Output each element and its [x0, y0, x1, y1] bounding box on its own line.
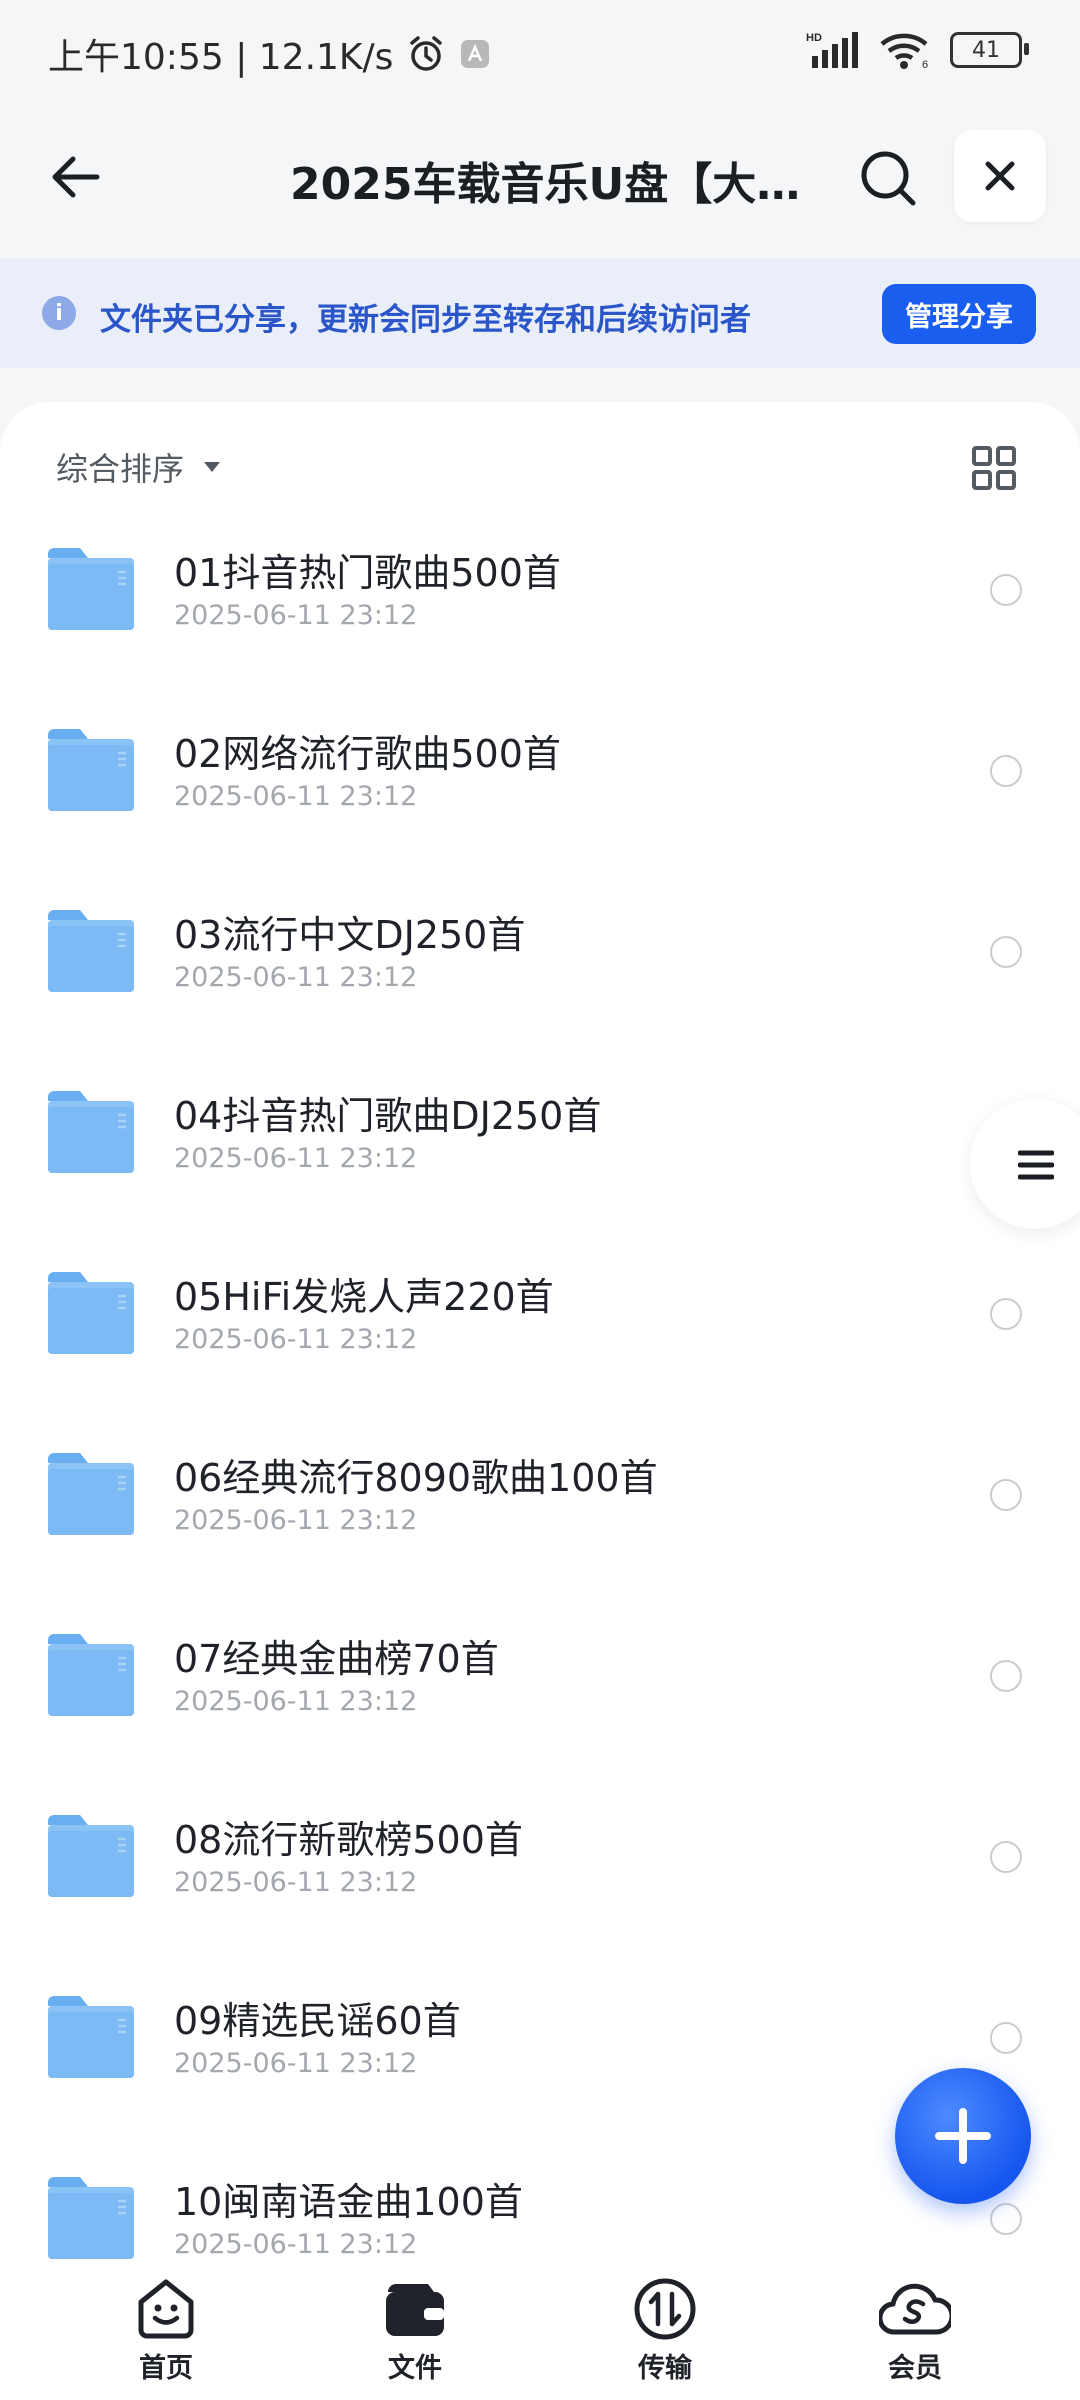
arrow-left-icon [52, 156, 100, 198]
manage-share-button[interactable]: 管理分享 [882, 284, 1036, 344]
select-checkbox[interactable] [990, 574, 1022, 606]
folder-icon [48, 910, 134, 992]
file-row[interactable]: 01抖音热门歌曲500首 2025-06-11 23:12 [0, 514, 1080, 695]
select-checkbox[interactable] [990, 1841, 1022, 1873]
file-row[interactable]: 07经典金曲榜70首 2025-06-11 23:12 [0, 1600, 1080, 1781]
file-name: 02网络流行歌曲500首 [174, 732, 561, 776]
select-checkbox[interactable] [990, 755, 1022, 787]
status-bar: 上午10:55 | 12.1K/s HD 6 41 [0, 0, 1080, 100]
folder-icon [48, 1091, 134, 1173]
status-time: 上午10:55 | 12.1K/s [48, 37, 394, 78]
file-date: 2025-06-11 23:12 [174, 2229, 418, 2260]
file-date: 2025-06-11 23:12 [174, 781, 418, 812]
file-date: 2025-06-11 23:12 [174, 600, 418, 631]
close-button[interactable] [954, 130, 1046, 222]
file-row[interactable]: 06经典流行8090歌曲100首 2025-06-11 23:12 [0, 1419, 1080, 1600]
select-checkbox[interactable] [990, 2022, 1022, 2054]
file-date: 2025-06-11 23:12 [174, 2048, 418, 2079]
file-name: 01抖音热门歌曲500首 [174, 551, 561, 595]
nav-transfer[interactable]: 传输 [595, 2276, 735, 2385]
nav-label-files: 文件 [388, 2353, 442, 2384]
sort-dropdown[interactable]: 综合排序 [56, 444, 222, 490]
caret-down-icon [204, 462, 221, 472]
file-date: 2025-06-11 23:12 [174, 962, 418, 993]
file-date: 2025-06-11 23:12 [174, 1324, 418, 1355]
file-name: 04抖音热门歌曲DJ250首 [174, 1094, 602, 1138]
wifi-icon: 6 [880, 30, 932, 70]
select-checkbox[interactable] [990, 1298, 1022, 1330]
share-notice-bar: i 文件夹已分享，更新会同步至转存和后续访问者 管理分享 [0, 258, 1080, 368]
hd-badge: HD [806, 32, 822, 44]
signal-icon: HD [806, 30, 862, 70]
file-list-sheet: 综合排序 01抖音热门歌曲500首 2025-06-11 23:12 02网络流行歌… [0, 402, 1080, 2262]
header: 2025车载音乐U盘【大师… [0, 120, 1080, 240]
search-button[interactable] [852, 142, 924, 214]
grid-view-icon [972, 446, 1016, 490]
folder-icon [48, 729, 134, 811]
nav-home[interactable]: 首页 [96, 2276, 236, 2385]
folder-icon [48, 1815, 134, 1897]
back-button[interactable] [40, 142, 110, 212]
select-checkbox[interactable] [990, 1479, 1022, 1511]
plus-icon [935, 2108, 991, 2164]
nav-label-transfer: 传输 [638, 2353, 692, 2384]
folder-icon [48, 1634, 134, 1716]
battery-icon: 41 [950, 32, 1029, 68]
status-right: HD 6 41 [806, 30, 1029, 70]
file-name: 03流行中文DJ250首 [174, 913, 526, 957]
file-name: 06经典流行8090歌曲100首 [174, 1456, 658, 1500]
file-row[interactable]: 05HiFi发烧人声220首 2025-06-11 23:12 [0, 1238, 1080, 1419]
menu-lines-icon [1018, 1150, 1054, 1180]
share-notice-text: 文件夹已分享，更新会同步至转存和后续访问者 [100, 302, 751, 338]
folder-icon [48, 1996, 134, 2078]
page-title: 2025车载音乐U盘【大师… [290, 159, 810, 210]
folder-icon [48, 548, 134, 630]
file-name: 05HiFi发烧人声220首 [174, 1275, 554, 1319]
nav-vip[interactable]: 会员 [845, 2276, 985, 2385]
file-date: 2025-06-11 23:12 [174, 1505, 418, 1536]
close-icon [985, 161, 1015, 191]
folder-icon [48, 1272, 134, 1354]
select-checkbox[interactable] [990, 2203, 1022, 2235]
folder-icon [48, 2177, 134, 2259]
file-date: 2025-06-11 23:12 [174, 1867, 418, 1898]
folder-icon [48, 1453, 134, 1535]
select-checkbox[interactable] [990, 1660, 1022, 1692]
home-face-icon [138, 2279, 194, 2339]
select-checkbox[interactable] [990, 936, 1022, 968]
file-date: 2025-06-11 23:12 [174, 1143, 418, 1174]
app-notification-icon [459, 38, 491, 70]
status-left: 上午10:55 | 12.1K/s [48, 28, 491, 80]
add-button[interactable] [895, 2068, 1031, 2204]
nav-label-home: 首页 [139, 2353, 193, 2384]
search-icon [861, 151, 916, 206]
file-name: 07经典金曲榜70首 [174, 1637, 499, 1681]
file-name: 09精选民谣60首 [174, 1999, 461, 2043]
wallet-folder-icon [386, 2284, 444, 2336]
sort-label: 综合排序 [56, 450, 185, 488]
cloud-vip-icon [879, 2283, 951, 2335]
nav-label-vip: 会员 [888, 2353, 942, 2384]
file-row[interactable]: 03流行中文DJ250首 2025-06-11 23:12 [0, 876, 1080, 1057]
info-icon: i [42, 296, 76, 330]
file-row[interactable]: 02网络流行歌曲500首 2025-06-11 23:12 [0, 695, 1080, 876]
file-date: 2025-06-11 23:12 [174, 1686, 418, 1717]
alarm-icon [407, 35, 445, 73]
bottom-nav: 首页 文件 传输 会员 [0, 2262, 1080, 2400]
file-name: 10闽南语金曲100首 [174, 2180, 523, 2224]
file-name: 08流行新歌榜500首 [174, 1818, 523, 1862]
wifi-level: 6 [922, 59, 928, 70]
transfer-icon [634, 2278, 696, 2340]
grid-view-button[interactable] [970, 444, 1018, 492]
file-row[interactable]: 08流行新歌榜500首 2025-06-11 23:12 [0, 1781, 1080, 1962]
file-row[interactable]: 04抖音热门歌曲DJ250首 2025-06-11 23:12 [0, 1057, 1080, 1238]
nav-files[interactable]: 文件 [345, 2276, 485, 2385]
battery-level: 41 [972, 37, 1000, 63]
